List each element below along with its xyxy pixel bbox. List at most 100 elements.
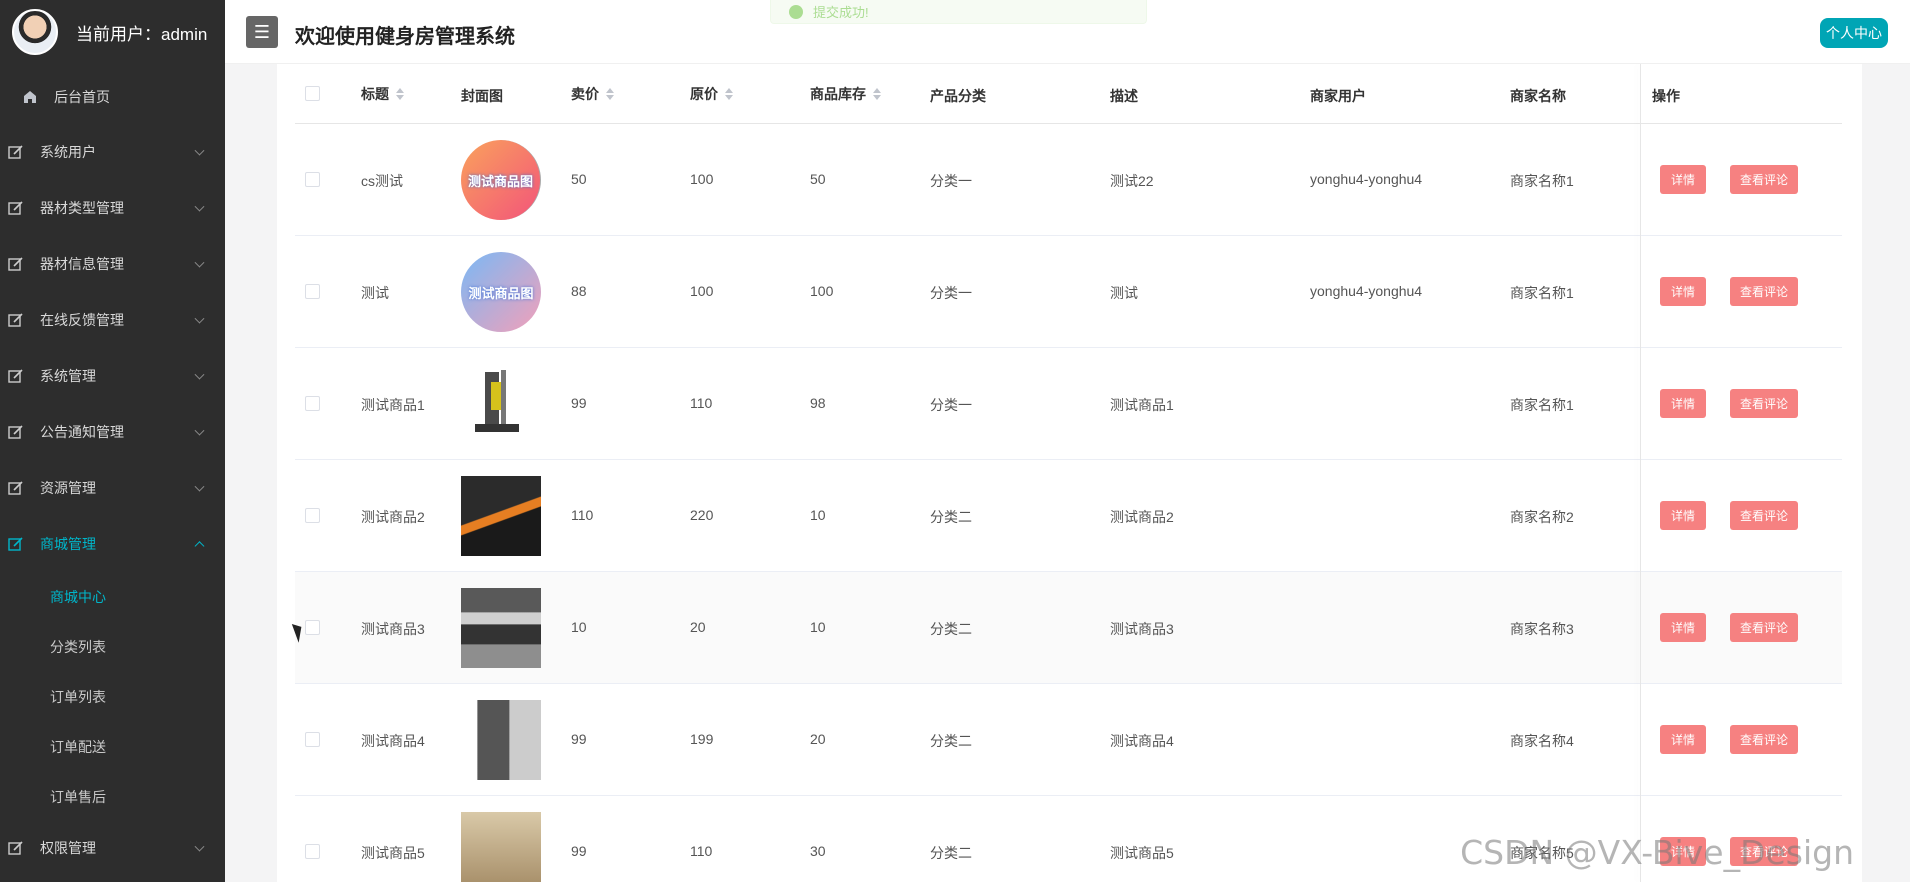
menu-toggle-button[interactable]: ☰ bbox=[246, 16, 278, 48]
sidebar-menu: 后台首页 系统用户 器材类型管理 器材信息管理 在线反馈管理 系统管理 公告通知… bbox=[0, 70, 225, 572]
table-row: 测试商品4 99 199 20 分类二 测试商品4 商家名称4 详情 查看评论 bbox=[295, 684, 1842, 796]
cell-category: 分类二 bbox=[930, 733, 972, 749]
page-title: 欢迎使用健身房管理系统 bbox=[295, 26, 515, 48]
col-header-stock[interactable]: 商品库存 bbox=[810, 84, 881, 104]
cell-merchant-name: 商家名称1 bbox=[1510, 397, 1574, 413]
personal-center-button[interactable]: 个人中心 bbox=[1820, 18, 1888, 48]
col-header-original-price[interactable]: 原价 bbox=[690, 84, 733, 104]
sort-icon[interactable] bbox=[725, 88, 733, 100]
home-icon bbox=[22, 89, 38, 105]
cell-description: 测试 bbox=[1110, 285, 1138, 301]
sidebar-item-permissions[interactable]: 权限管理 bbox=[0, 820, 225, 876]
sidebar-item-system-users[interactable]: 系统用户 bbox=[0, 124, 225, 180]
check-icon bbox=[789, 4, 803, 19]
product-table: 标题 封面图 卖价 原价 商品库存 产品分类 描述 商家用户 商家名称 操作 c… bbox=[295, 64, 1842, 882]
sort-icon[interactable] bbox=[606, 88, 614, 100]
cell-title: 测试商品5 bbox=[361, 845, 425, 861]
sidebar: 当前用户：admin 后台首页 系统用户 器材类型管理 器材信息管理 在线反馈管… bbox=[0, 0, 225, 882]
sort-icon[interactable] bbox=[396, 88, 404, 100]
cell-stock: 100 bbox=[810, 283, 834, 299]
sidebar-item-label: 后台首页 bbox=[54, 89, 110, 105]
sort-icon[interactable] bbox=[873, 88, 881, 100]
row-checkbox[interactable] bbox=[305, 508, 320, 523]
col-header-cover: 封面图 bbox=[461, 88, 503, 104]
col-header-title[interactable]: 标题 bbox=[361, 84, 404, 104]
edit-icon bbox=[8, 256, 24, 272]
cell-price: 99 bbox=[571, 395, 587, 411]
cell-price: 10 bbox=[571, 619, 587, 635]
detail-button[interactable]: 详情 bbox=[1660, 165, 1706, 194]
cell-category: 分类一 bbox=[930, 285, 972, 301]
cell-original-price: 110 bbox=[690, 843, 713, 859]
row-checkbox[interactable] bbox=[305, 620, 320, 635]
cover-image bbox=[461, 588, 541, 668]
user-block: 当前用户：admin bbox=[0, 0, 225, 64]
select-all-checkbox[interactable] bbox=[305, 86, 320, 101]
col-header-actions: 操作 bbox=[1652, 88, 1680, 104]
edit-icon bbox=[8, 536, 24, 552]
col-header-price[interactable]: 卖价 bbox=[571, 84, 614, 104]
cell-merchant-name: 商家名称2 bbox=[1510, 509, 1574, 525]
view-reviews-button[interactable]: 查看评论 bbox=[1730, 389, 1798, 418]
row-checkbox[interactable] bbox=[305, 844, 320, 859]
chevron-down-icon bbox=[194, 313, 205, 324]
col-header-merchant-user: 商家用户 bbox=[1310, 88, 1366, 104]
sidebar-subitem-order-delivery[interactable]: 订单配送 bbox=[0, 722, 225, 772]
cell-stock: 50 bbox=[810, 171, 826, 187]
detail-button[interactable]: 详情 bbox=[1660, 613, 1706, 642]
cover-image bbox=[461, 364, 541, 444]
view-reviews-button[interactable]: 查看评论 bbox=[1730, 165, 1798, 194]
sidebar-item-equipment-type[interactable]: 器材类型管理 bbox=[0, 180, 225, 236]
cell-description: 测试商品1 bbox=[1110, 397, 1174, 413]
cell-original-price: 220 bbox=[690, 507, 714, 523]
detail-button[interactable]: 详情 bbox=[1660, 501, 1706, 530]
success-toast: 提交成功! bbox=[770, 0, 1147, 24]
sidebar-item-equipment-info[interactable]: 器材信息管理 bbox=[0, 236, 225, 292]
row-checkbox[interactable] bbox=[305, 396, 320, 411]
sidebar-item-feedback[interactable]: 在线反馈管理 bbox=[0, 292, 225, 348]
edit-icon bbox=[8, 480, 24, 496]
cell-original-price: 100 bbox=[690, 171, 714, 187]
row-checkbox[interactable] bbox=[305, 732, 320, 747]
sidebar-subitem-category-list[interactable]: 分类列表 bbox=[0, 622, 225, 672]
view-reviews-button[interactable]: 查看评论 bbox=[1730, 613, 1798, 642]
cell-price: 99 bbox=[571, 731, 587, 747]
table-body: cs测试 测试商品图 50 100 50 分类一 测试22 yonghu4-yonghu4 商家… bbox=[295, 124, 1842, 882]
sidebar-subitem-order-list[interactable]: 订单列表 bbox=[0, 672, 225, 722]
cell-title: 测试商品3 bbox=[361, 621, 425, 637]
cell-original-price: 100 bbox=[690, 283, 714, 299]
edit-icon bbox=[8, 200, 24, 216]
sidebar-item-notice[interactable]: 公告通知管理 bbox=[0, 404, 225, 460]
watermark: CSDN @VX-Bive_Design bbox=[1460, 833, 1854, 872]
chevron-down-icon bbox=[194, 201, 205, 212]
chevron-down-icon bbox=[194, 481, 205, 492]
cell-merchant-name: 商家名称1 bbox=[1510, 285, 1574, 301]
edit-icon bbox=[8, 368, 24, 384]
sidebar-subitem-mall-center[interactable]: 商城中心 bbox=[0, 572, 225, 622]
row-checkbox[interactable] bbox=[305, 172, 320, 187]
view-reviews-button[interactable]: 查看评论 bbox=[1730, 277, 1798, 306]
detail-button[interactable]: 详情 bbox=[1660, 725, 1706, 754]
table-row: 测试商品2 110 220 10 分类二 测试商品2 商家名称2 详情 查看评论 bbox=[295, 460, 1842, 572]
detail-button[interactable]: 详情 bbox=[1660, 389, 1706, 418]
sidebar-item-mall[interactable]: 商城管理 bbox=[0, 516, 225, 572]
detail-button[interactable]: 详情 bbox=[1660, 277, 1706, 306]
cell-original-price: 20 bbox=[690, 619, 706, 635]
sidebar-item-home[interactable]: 后台首页 bbox=[0, 70, 225, 124]
table-row: 测试商品1 99 110 98 分类一 测试商品1 商家名称1 详情 查看评论 bbox=[295, 348, 1842, 460]
cell-original-price: 110 bbox=[690, 395, 713, 411]
cell-category: 分类二 bbox=[930, 509, 972, 525]
cell-price: 88 bbox=[571, 283, 587, 299]
sidebar-item-system-manage[interactable]: 系统管理 bbox=[0, 348, 225, 404]
sidebar-item-resources[interactable]: 资源管理 bbox=[0, 460, 225, 516]
product-table-card: 标题 封面图 卖价 原价 商品库存 产品分类 描述 商家用户 商家名称 操作 c… bbox=[277, 64, 1862, 882]
view-reviews-button[interactable]: 查看评论 bbox=[1730, 501, 1798, 530]
row-checkbox[interactable] bbox=[305, 284, 320, 299]
sidebar-subitem-after-sales[interactable]: 订单售后 bbox=[0, 772, 225, 822]
chevron-down-icon bbox=[194, 369, 205, 380]
col-header-category: 产品分类 bbox=[930, 88, 986, 104]
view-reviews-button[interactable]: 查看评论 bbox=[1730, 725, 1798, 754]
edit-icon bbox=[8, 840, 24, 856]
cover-image: 测试商品图 bbox=[461, 252, 541, 332]
cell-stock: 98 bbox=[810, 395, 826, 411]
